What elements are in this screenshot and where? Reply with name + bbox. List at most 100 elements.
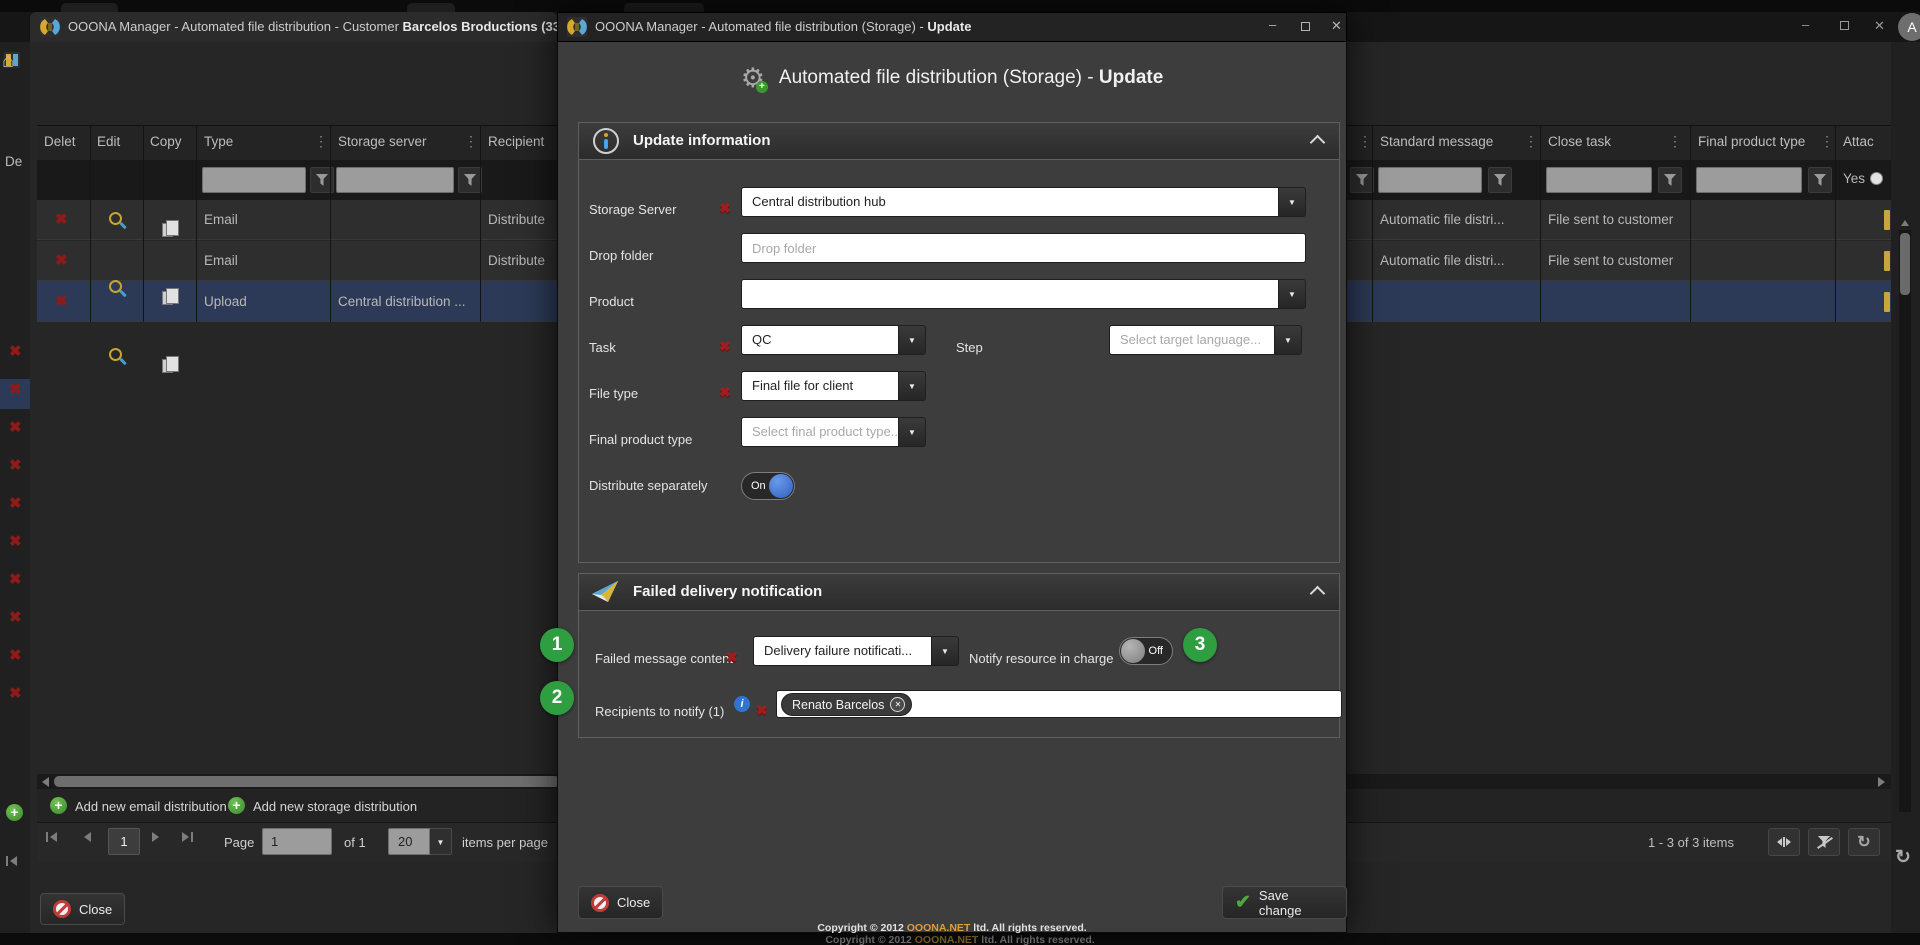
avatar[interactable]: A: [1898, 13, 1920, 41]
col-header-delete[interactable]: Delet: [44, 134, 86, 149]
dropdown-arrow-icon[interactable]: [898, 417, 926, 447]
clear-filters-button[interactable]: [1808, 828, 1840, 856]
standard-filter-button[interactable]: [1488, 167, 1512, 193]
scroll-left-icon[interactable]: [42, 777, 49, 787]
type-filter-input[interactable]: [202, 167, 306, 193]
attach-filter-radio[interactable]: [1870, 172, 1883, 185]
page-size-arrow-icon[interactable]: [430, 828, 452, 855]
failed-message-select[interactable]: Delivery failure notificati...: [753, 636, 931, 666]
copy-icon[interactable]: [162, 223, 173, 237]
close-window-button[interactable]: ✕: [1874, 18, 1885, 34]
column-menu-icon[interactable]: [1358, 133, 1372, 150]
delete-icon[interactable]: [55, 210, 68, 228]
file-type-select[interactable]: Final file for client: [741, 371, 898, 401]
col-header-edit[interactable]: Edit: [97, 134, 120, 149]
home-icon[interactable]: ⌂: [2, 50, 14, 73]
column-menu-icon[interactable]: [1820, 133, 1834, 150]
column-menu-icon[interactable]: [1668, 133, 1682, 150]
current-page-button[interactable]: 1: [108, 828, 140, 855]
background-tab[interactable]: [624, 3, 704, 12]
col-header-storage-server[interactable]: Storage server: [338, 134, 427, 149]
page-number-input[interactable]: [262, 828, 332, 855]
scroll-right-icon[interactable]: [1878, 777, 1885, 787]
delete-icon[interactable]: [9, 342, 22, 360]
dropdown-arrow-icon[interactable]: [898, 371, 926, 401]
edit-icon[interactable]: [109, 348, 122, 361]
modal-minimize-button[interactable]: –: [1269, 17, 1276, 32]
delete-icon[interactable]: [9, 418, 22, 436]
delete-icon[interactable]: [9, 456, 22, 474]
column-menu-icon[interactable]: [314, 133, 328, 150]
product-select[interactable]: [741, 279, 1278, 309]
refresh-grid-button[interactable]: [1848, 828, 1880, 856]
update-information-header[interactable]: Update information: [579, 123, 1339, 160]
column-menu-icon[interactable]: [464, 133, 478, 150]
add-icon[interactable]: [6, 804, 23, 821]
add-storage-icon[interactable]: [228, 797, 245, 814]
col-header-type[interactable]: Type: [204, 134, 233, 149]
delete-icon[interactable]: [9, 684, 22, 702]
finalproduct-filter-input[interactable]: [1696, 167, 1802, 193]
column-menu-icon[interactable]: [1524, 133, 1538, 150]
save-change-button[interactable]: Save change: [1222, 886, 1347, 919]
vertical-scrollbar-thumb[interactable]: [1900, 233, 1910, 295]
standard-filter-input[interactable]: [1378, 167, 1482, 193]
delete-icon[interactable]: [9, 380, 22, 398]
modal-close-button[interactable]: ✕: [1331, 18, 1342, 34]
copy-icon[interactable]: [162, 291, 173, 305]
delete-icon[interactable]: [55, 251, 68, 269]
delete-icon[interactable]: [9, 608, 22, 626]
recipient-chip[interactable]: Renato Barcelos: [781, 693, 912, 716]
fit-columns-button[interactable]: [1768, 828, 1800, 856]
maximize-button[interactable]: [1840, 21, 1849, 30]
delete-icon[interactable]: [9, 532, 22, 550]
add-email-icon[interactable]: [50, 797, 67, 814]
delete-icon[interactable]: [9, 570, 22, 588]
storage-server-select[interactable]: Central distribution hub: [741, 187, 1278, 217]
finalproduct-filter-button[interactable]: [1808, 167, 1832, 193]
dropdown-arrow-icon[interactable]: [898, 325, 926, 355]
edit-icon[interactable]: [109, 280, 122, 293]
add-storage-distribution-button[interactable]: Add new storage distribution: [253, 799, 417, 814]
dropdown-arrow-icon[interactable]: [1278, 187, 1306, 217]
first-page-button[interactable]: [46, 832, 57, 842]
dropdown-arrow-icon[interactable]: [931, 636, 959, 666]
col-header-attachments[interactable]: Attac: [1843, 134, 1889, 149]
page-size-select[interactable]: 20: [388, 828, 430, 855]
delete-icon[interactable]: [55, 292, 68, 310]
closetask-filter-input[interactable]: [1546, 167, 1652, 193]
storage-filter-button[interactable]: [458, 167, 482, 193]
vertical-scrollbar[interactable]: [1899, 230, 1911, 812]
collapse-chevron-icon[interactable]: [1310, 135, 1326, 151]
hidden-filter-button[interactable]: [1350, 167, 1374, 193]
last-page-button[interactable]: [182, 832, 193, 842]
delete-icon[interactable]: [9, 646, 22, 664]
col-header-standard-message[interactable]: Standard message: [1380, 134, 1493, 149]
closetask-filter-button[interactable]: [1658, 167, 1682, 193]
step-select[interactable]: Select target language...: [1109, 325, 1274, 355]
background-tab[interactable]: [407, 3, 455, 12]
next-page-button[interactable]: [152, 832, 159, 842]
dropdown-arrow-icon[interactable]: [1274, 325, 1302, 355]
prev-page-button[interactable]: [84, 832, 91, 842]
storage-filter-input[interactable]: [336, 167, 454, 193]
add-email-distribution-button[interactable]: Add new email distribution: [75, 799, 227, 814]
collapse-chevron-icon[interactable]: [1310, 586, 1326, 602]
drop-folder-input[interactable]: [741, 233, 1306, 263]
dropdown-arrow-icon[interactable]: [1278, 279, 1306, 309]
scroll-up-icon[interactable]: [1901, 220, 1909, 226]
remove-recipient-icon[interactable]: [890, 697, 905, 712]
task-select[interactable]: QC: [741, 325, 898, 355]
horizontal-scrollbar-thumb[interactable]: [54, 776, 560, 787]
modal-maximize-button[interactable]: [1301, 22, 1310, 31]
delete-icon[interactable]: [9, 494, 22, 512]
first-page-icon[interactable]: [6, 856, 17, 866]
main-close-button[interactable]: Close: [40, 893, 125, 925]
edit-icon[interactable]: [109, 212, 122, 225]
col-header-close-task[interactable]: Close task: [1548, 134, 1611, 149]
minimize-button[interactable]: –: [1802, 17, 1809, 32]
distribute-separately-toggle[interactable]: On: [741, 472, 795, 500]
final-product-type-select[interactable]: Select final product type...: [741, 417, 898, 447]
info-tooltip-icon[interactable]: [734, 696, 750, 712]
modal-footer-close-button[interactable]: Close: [578, 886, 663, 919]
